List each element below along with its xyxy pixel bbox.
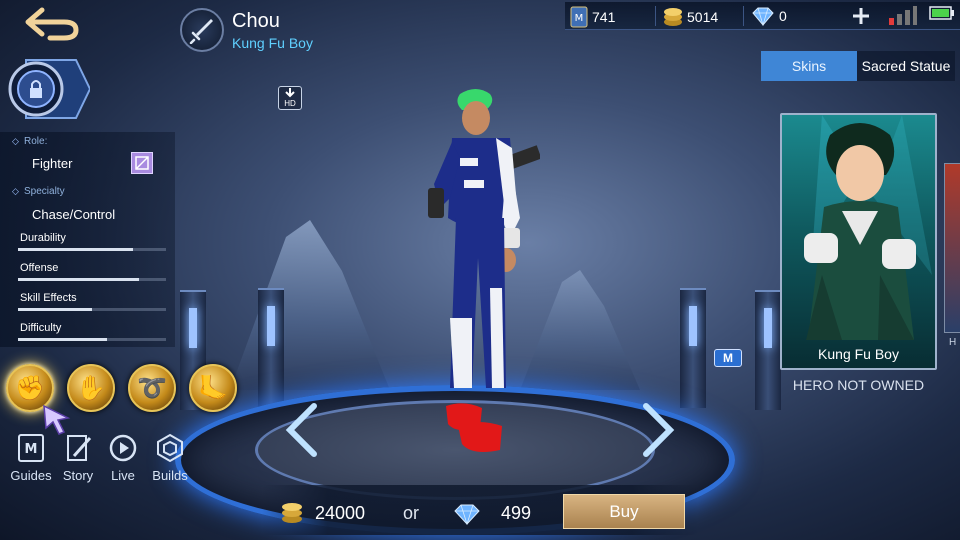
skin-card-selected[interactable]: Kung Fu Boy bbox=[780, 113, 937, 370]
skill-4-icon[interactable]: 🦶 bbox=[189, 364, 237, 412]
skill-glyph: ➰ bbox=[137, 374, 167, 402]
pillar bbox=[755, 290, 781, 410]
diamond-icon bbox=[454, 504, 480, 525]
skill-glyph: ✋ bbox=[76, 374, 106, 402]
svg-text:M: M bbox=[25, 442, 38, 457]
stat-bar bbox=[18, 278, 166, 281]
ownership-status: HERO NOT OWNED bbox=[792, 377, 925, 393]
hero-character-model bbox=[428, 89, 540, 452]
gold-price: 24000 bbox=[315, 503, 366, 523]
hero-header: Chou Kung Fu Boy bbox=[180, 8, 313, 52]
story-icon bbox=[67, 435, 92, 461]
signal-icon bbox=[887, 6, 917, 26]
or-label: or bbox=[403, 503, 420, 523]
stat-bar bbox=[18, 338, 166, 341]
nav-guides-label: Guides bbox=[10, 468, 52, 483]
specialty-value: Chase/Control bbox=[32, 207, 116, 222]
sword-icon bbox=[180, 8, 224, 52]
mountain bbox=[230, 220, 390, 390]
skin-portrait-image bbox=[804, 115, 932, 340]
builds-icon bbox=[157, 433, 183, 463]
diamond-price: 499 bbox=[501, 503, 532, 523]
tab-skins[interactable]: Skins bbox=[761, 51, 857, 81]
ticket-icon: M bbox=[570, 6, 588, 28]
gold-counter: 5014 bbox=[663, 6, 718, 28]
stat-label: Skill Effects bbox=[20, 292, 77, 304]
divider bbox=[655, 6, 656, 26]
stat-label: Offense bbox=[20, 262, 59, 274]
next-skin-label: H bbox=[949, 337, 957, 348]
skin-card-name: Kung Fu Boy bbox=[818, 346, 899, 362]
nav-story-label: Story bbox=[62, 468, 94, 483]
diamond-counter: 0 bbox=[751, 6, 787, 26]
nav-guides[interactable]: M Guides bbox=[6, 432, 56, 483]
live-icon bbox=[109, 434, 137, 462]
guides-icon: M bbox=[18, 434, 44, 462]
nav-live[interactable]: Live bbox=[98, 432, 148, 483]
stat-bar-fill bbox=[18, 308, 92, 311]
resource-bar: M 741 5014 0 bbox=[565, 2, 960, 30]
role-value: Fighter bbox=[32, 156, 73, 171]
fighter-role-icon bbox=[131, 152, 153, 174]
svg-text:M: M bbox=[575, 13, 584, 24]
ticket-count: 741 bbox=[592, 9, 616, 25]
pillar bbox=[258, 288, 284, 408]
nav-story[interactable]: Story bbox=[53, 432, 103, 483]
hero-title: Kung Fu Boy bbox=[232, 34, 313, 51]
ticket-counter: M 741 bbox=[570, 6, 615, 28]
gold-count: 5014 bbox=[687, 9, 719, 25]
skin-card-next[interactable] bbox=[944, 163, 960, 333]
diamond-count: 0 bbox=[779, 8, 787, 24]
stat-bar-fill bbox=[18, 278, 140, 281]
skill-2-icon[interactable]: ✋ bbox=[67, 364, 115, 412]
hd-download-button[interactable]: HD bbox=[278, 86, 302, 110]
nav-live-label: Live bbox=[111, 468, 135, 483]
hero-name: Chou bbox=[232, 9, 280, 32]
pillar bbox=[680, 288, 706, 408]
specialty-label: Specialty bbox=[12, 186, 64, 197]
stat-bar-fill bbox=[18, 248, 134, 251]
nav-builds-label: Builds bbox=[152, 468, 188, 483]
hero-emblem-button[interactable] bbox=[6, 58, 92, 120]
stat-bar bbox=[18, 308, 166, 311]
skill-3-icon[interactable]: ➰ bbox=[128, 364, 176, 412]
skill-glyph: 🦶 bbox=[198, 374, 228, 402]
gold-coin-icon bbox=[664, 8, 682, 26]
m-badge-icon: M bbox=[714, 349, 742, 367]
download-icon bbox=[285, 88, 295, 98]
gold-coin-icon bbox=[282, 503, 302, 523]
battery-icon bbox=[929, 6, 955, 20]
next-skin-arrow[interactable] bbox=[640, 402, 676, 458]
skin-tabs: Skins Sacred Statue bbox=[761, 51, 955, 81]
role-label: Role: bbox=[12, 136, 48, 147]
back-arrow-icon bbox=[25, 7, 79, 41]
stat-label: Durability bbox=[20, 232, 66, 244]
stat-bar bbox=[18, 248, 166, 251]
back-button[interactable] bbox=[20, 4, 82, 44]
divider bbox=[743, 6, 744, 26]
stat-bar-fill bbox=[18, 338, 107, 341]
tab-sacred-statue[interactable]: Sacred Statue bbox=[857, 51, 955, 81]
buy-button[interactable]: Buy bbox=[563, 494, 685, 529]
previous-skin-arrow[interactable] bbox=[284, 402, 320, 458]
diamond-icon bbox=[752, 7, 774, 26]
stat-label: Difficulty bbox=[20, 322, 62, 334]
plus-icon[interactable] bbox=[851, 6, 871, 26]
nav-builds[interactable]: Builds bbox=[145, 432, 195, 483]
